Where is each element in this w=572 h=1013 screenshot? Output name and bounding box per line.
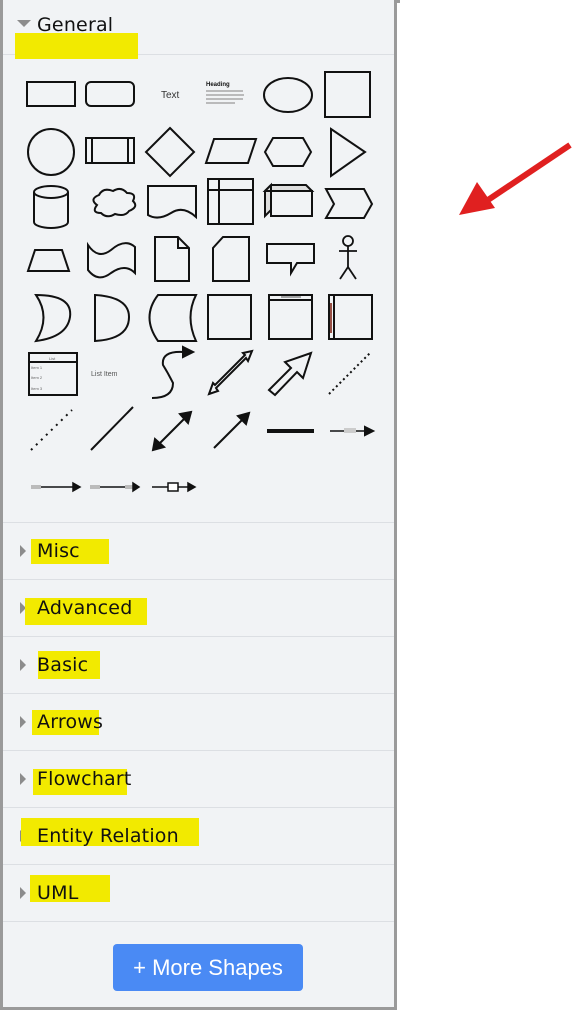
- shape-container[interactable]: [207, 294, 252, 340]
- svg-text:Item 3: Item 3: [31, 386, 43, 391]
- shape-connector-with-symbol[interactable]: [152, 481, 197, 493]
- svg-text:Item 1: Item 1: [31, 365, 43, 370]
- shape-swimlane-vertical[interactable]: [328, 294, 373, 340]
- shape-note[interactable]: [154, 236, 190, 282]
- shape-cube[interactable]: [262, 182, 315, 219]
- shape-rounded-rectangle[interactable]: [85, 81, 135, 107]
- shape-card[interactable]: [212, 236, 250, 282]
- svg-text:List: List: [49, 356, 56, 361]
- shape-circle[interactable]: [27, 128, 75, 176]
- chevron-down-icon: [17, 20, 31, 27]
- shape-dotted-line[interactable]: [328, 352, 371, 395]
- plus-icon: +: [133, 955, 146, 980]
- shape-actor[interactable]: [339, 235, 357, 280]
- chevron-right-icon: [20, 716, 26, 728]
- section-uml-header[interactable]: UML: [3, 865, 394, 922]
- chevron-right-icon: [20, 659, 26, 671]
- shape-textbox-heading[interactable]: Heading: [206, 82, 244, 104]
- shape-curved-arrow[interactable]: [151, 345, 196, 399]
- shape-square[interactable]: [324, 71, 371, 118]
- section-label: UML: [37, 882, 79, 904]
- shape-line[interactable]: [90, 406, 134, 451]
- more-shapes-button[interactable]: + More Shapes: [113, 944, 303, 991]
- shape-data-storage[interactable]: [148, 294, 198, 342]
- shape-dotted-line-2[interactable]: [30, 409, 73, 451]
- section-general-header[interactable]: General: [3, 0, 394, 59]
- shape-list[interactable]: List Item 1 Item 2 Item 3: [28, 352, 78, 396]
- shape-cylinder[interactable]: [33, 185, 69, 229]
- shape-diamond[interactable]: [144, 126, 196, 178]
- shape-document[interactable]: [147, 185, 197, 220]
- shape-cloud[interactable]: [92, 187, 137, 218]
- section-label: Flowchart: [37, 768, 132, 790]
- chevron-right-icon: [20, 887, 26, 899]
- shape-rectangle[interactable]: [26, 81, 76, 107]
- section-arrows-header[interactable]: Arrows: [3, 694, 394, 751]
- shape-labeled-connector-2[interactable]: [31, 481, 82, 493]
- section-label: General: [37, 14, 114, 36]
- shape-internal-storage[interactable]: [207, 178, 254, 225]
- shape-ellipse[interactable]: [263, 77, 313, 113]
- shape-swimlane-horizontal[interactable]: [268, 294, 313, 340]
- shape-labeled-connector-3[interactable]: [90, 481, 141, 493]
- section-advanced-header[interactable]: Advanced: [3, 580, 394, 637]
- shape-triangle[interactable]: [330, 127, 367, 178]
- shape-arrow[interactable]: [267, 351, 313, 397]
- shape-trapezoid[interactable]: [26, 249, 71, 272]
- section-misc-header[interactable]: Misc: [3, 523, 394, 580]
- shape-list-item[interactable]: List Item: [91, 371, 118, 378]
- section-label: Entity Relation: [37, 825, 179, 847]
- chevron-right-icon: [20, 545, 26, 557]
- svg-text:Heading: Heading: [206, 82, 230, 88]
- shape-bidirectional-arrow[interactable]: [207, 349, 254, 396]
- shape-hexagon[interactable]: [263, 137, 313, 167]
- section-basic-header[interactable]: Basic: [3, 637, 394, 694]
- section-label: Arrows: [37, 711, 104, 733]
- section-label: Advanced: [37, 597, 133, 619]
- general-shapes-grid: Text Heading List Item 1 Item 2 Item 3 L…: [3, 55, 394, 523]
- shape-bidirectional-connector[interactable]: [151, 410, 193, 452]
- shape-labeled-connector[interactable]: [330, 425, 376, 437]
- shape-callout[interactable]: [266, 243, 315, 277]
- shape-step[interactable]: [324, 188, 374, 219]
- svg-text:Item 2: Item 2: [31, 375, 43, 380]
- shapes-sidebar: General Text Heading List Item 1 Item 2 …: [0, 0, 397, 1010]
- shape-text[interactable]: Text: [161, 90, 180, 101]
- section-label: Misc: [37, 540, 80, 562]
- section-flowchart-header[interactable]: Flowchart: [3, 751, 394, 808]
- shape-process[interactable]: [85, 137, 135, 164]
- shape-directional-connector[interactable]: [213, 411, 251, 449]
- shape-or[interactable]: [34, 293, 72, 343]
- section-label: Basic: [37, 654, 89, 676]
- more-shapes-label: More Shapes: [152, 955, 283, 980]
- shape-parallelogram[interactable]: [204, 138, 258, 164]
- chevron-right-icon: [20, 773, 26, 785]
- shape-delay[interactable]: [94, 293, 131, 343]
- shape-tape[interactable]: [87, 241, 136, 279]
- section-entity-relation-header[interactable]: Entity Relation: [3, 808, 394, 865]
- annotation-arrow-icon: [459, 142, 572, 215]
